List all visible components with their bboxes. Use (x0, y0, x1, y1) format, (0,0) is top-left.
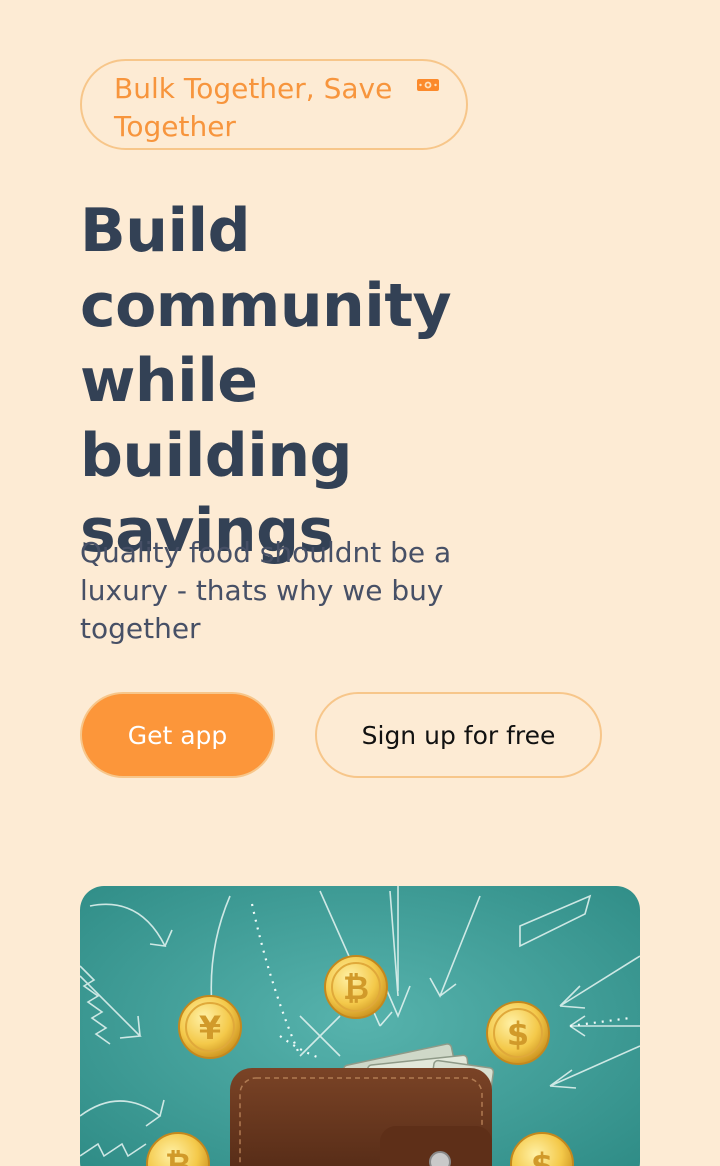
svg-text:$: $ (507, 1015, 529, 1053)
svg-text:$: $ (531, 1146, 553, 1166)
svg-text:₿: ₿ (343, 969, 369, 1007)
hero-headline: Build community while building savings (80, 196, 452, 566)
hero-subtext: Quality food shouldnt be a luxury - that… (80, 536, 452, 645)
wallet-coins-illustration: ₿ ¥ $ ₿ $ (80, 886, 640, 1166)
wallet (230, 1068, 492, 1166)
coin-bitcoin-top: ₿ (324, 955, 388, 1019)
coin-yen: ¥ (178, 995, 242, 1059)
svg-text:¥: ¥ (199, 1009, 221, 1047)
tagline-text: Bulk Together, Save Together (114, 72, 393, 143)
svg-text:₿: ₿ (165, 1146, 191, 1166)
hero-image: ₿ ¥ $ ₿ $ (80, 886, 640, 1166)
money-bill-icon (417, 79, 439, 91)
get-app-button[interactable]: Get app (80, 692, 275, 778)
sign-up-button[interactable]: Sign up for free (315, 692, 602, 778)
landing-page: Bulk Together, Save Together Build commu… (0, 0, 720, 1166)
coin-dollar: $ (486, 1001, 550, 1065)
tagline-badge: Bulk Together, Save Together (80, 59, 468, 150)
